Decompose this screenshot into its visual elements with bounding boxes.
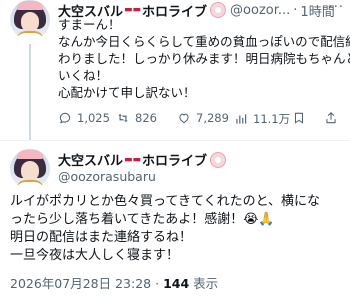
display-name[interactable]: 大空スバル xyxy=(58,150,123,169)
display-name-suffix[interactable]: ホロライブ xyxy=(142,150,207,169)
tweet-text-line: ったら少し落ち着いてきたあよ！感謝！😭🙏 xyxy=(10,212,275,227)
action-bar: 1,025 826 7,289 11.1万 xyxy=(58,111,348,129)
views-button[interactable]: 11.1万 xyxy=(234,111,290,127)
view-count: 11.1万 xyxy=(253,112,291,126)
tweet-text-line: 一旦今夜は大人しく寝ます！ xyxy=(10,248,180,263)
tweet-text-line: わりました！しっかり休みます！明日病院もちゃんと xyxy=(58,51,350,66)
repost-icon xyxy=(118,113,128,123)
bookmark-button[interactable] xyxy=(292,111,306,125)
car-emoji-icon: ▬▬ xyxy=(124,154,142,165)
tweet-text: すまーん！ なんか今日くらくらして重めの貧血っぽいので配信終 わりました！しっか… xyxy=(58,16,350,101)
bookmark-icon xyxy=(294,112,304,124)
tweet-text-line: 明日の配信はまた連絡するね！ xyxy=(10,230,193,245)
avatar[interactable] xyxy=(10,149,50,189)
tweet-focused[interactable]: 大空スバル ▬▬ ホロライブ @oozorasubaru ルイがポカリとか色々買… xyxy=(0,141,350,297)
reply-button[interactable]: 1,025 xyxy=(58,111,110,125)
like-button[interactable]: 7,289 xyxy=(177,111,229,125)
tweet-metadata: 2026年07月28日 23:28 · 144 表示 xyxy=(10,273,218,292)
more-options-icon[interactable]: ··· xyxy=(329,0,344,15)
handle[interactable]: @oozorasubaru xyxy=(58,169,156,184)
car-emoji-icon: ▬▬ xyxy=(124,5,142,15)
timestamp[interactable]: 2026年07月28日 23:28 xyxy=(10,276,151,291)
tweet-header: 大空スバル ▬▬ ホロライブ xyxy=(58,150,227,169)
tweet-text-line: すまーん！ xyxy=(58,17,121,32)
heart-icon xyxy=(179,113,189,124)
thread-connector-line xyxy=(29,44,31,140)
tweet-text: ルイがポカリとか色々買ってきてくれたのと、横にな ったら少し落ち着いてきたあよ！… xyxy=(10,193,345,265)
repost-count: 826 xyxy=(135,111,157,125)
affiliate-badge-icon[interactable] xyxy=(210,151,227,168)
views-icon xyxy=(236,114,247,124)
tweet-text-line: なんか今日くらくらして重めの貧血っぽいので配信終 xyxy=(58,34,350,49)
tweet-first[interactable]: 大空スバル ▬▬ ホロライブ @oozor... · 1時間 ··· すまーん！… xyxy=(0,0,350,141)
like-count: 7,289 xyxy=(196,111,229,125)
share-icon xyxy=(326,112,336,124)
avatar[interactable] xyxy=(10,0,50,40)
view-label: 表示 xyxy=(193,276,219,291)
separator-dot: · xyxy=(155,276,160,291)
tweet-text-line: ルイがポカリとか色々買ってきてくれたのと、横にな xyxy=(10,194,321,209)
share-button[interactable] xyxy=(324,111,338,125)
repost-button[interactable]: 826 xyxy=(116,111,157,125)
reply-icon xyxy=(59,112,71,124)
reply-count: 1,025 xyxy=(77,111,110,125)
tweet-text-line: いくね！ xyxy=(58,68,109,83)
tweet-text-line: 心配かけて申し訳ない！ xyxy=(58,85,196,100)
view-count: 144 xyxy=(163,276,190,291)
